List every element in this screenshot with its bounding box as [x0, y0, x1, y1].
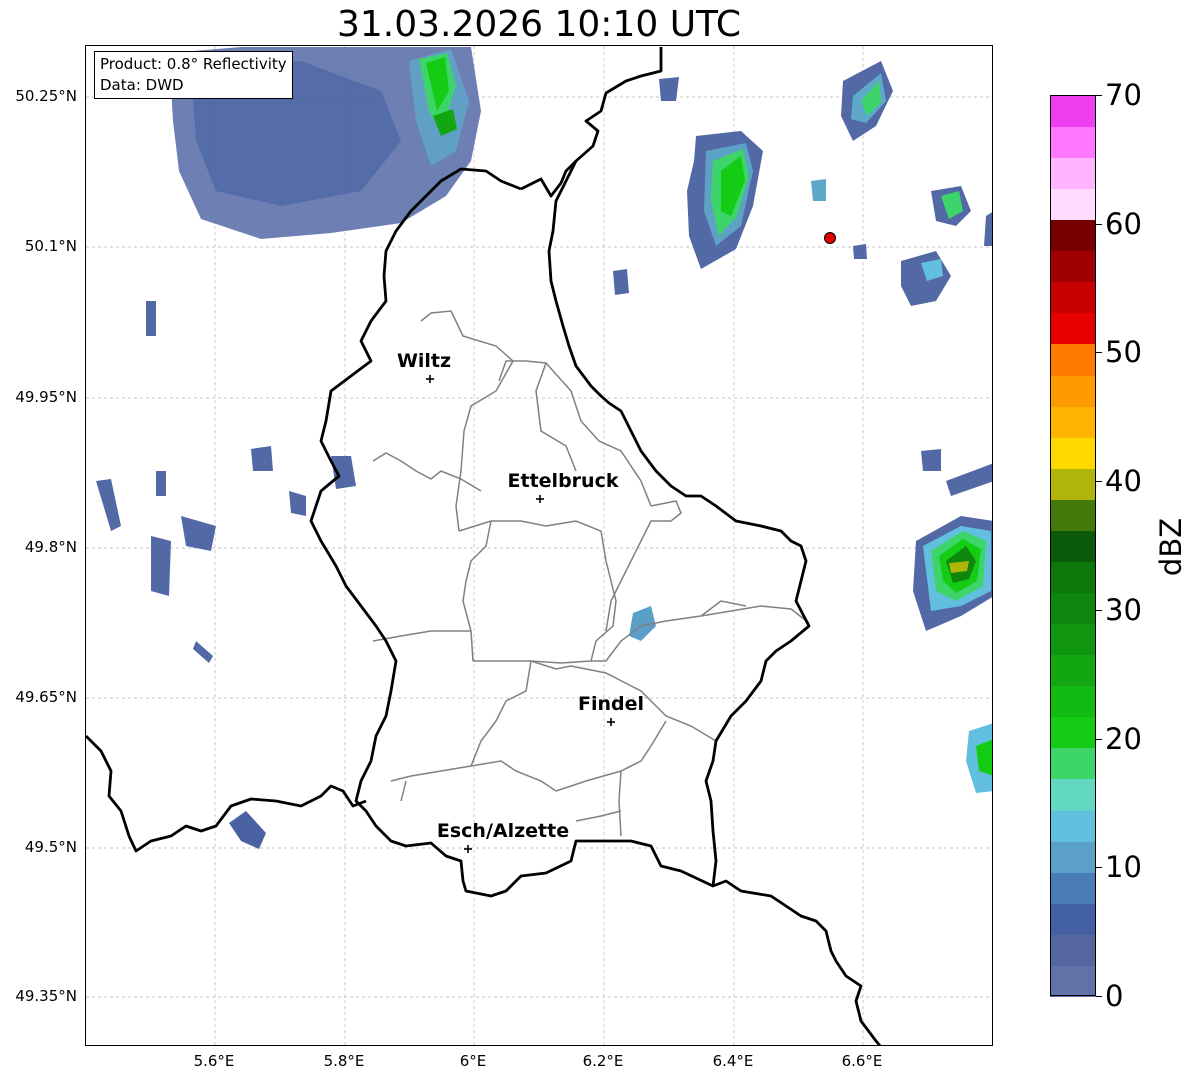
lat-label: 49.65°N [15, 688, 77, 706]
colorbar-tick [1096, 867, 1102, 868]
lat-label: 49.35°N [15, 987, 77, 1005]
lon-label: 6.6°E [841, 1052, 883, 1070]
city-label-wiltz: Wiltz [396, 350, 452, 372]
lat-label: 49.95°N [15, 388, 77, 406]
colorbar-tick-label: 0 [1105, 979, 1124, 1013]
colorbar-tick [1096, 352, 1102, 353]
colorbar-tick [1096, 739, 1102, 740]
lat-label: 49.5°N [24, 838, 77, 856]
colorbar-tick [1096, 481, 1102, 482]
lon-label: 5.6°E [193, 1052, 235, 1070]
colorbar-tick [1096, 95, 1102, 96]
lat-label: 50.25°N [15, 87, 77, 105]
colorbar-tick-label: 20 [1105, 722, 1142, 756]
colorbar-frame [1050, 95, 1096, 996]
city-label-findel: Findel [577, 693, 645, 715]
colorbar-unit-label: dBZ [1154, 517, 1184, 577]
colorbar-tick-label: 70 [1105, 78, 1142, 112]
colorbar-tick-label: 10 [1105, 850, 1142, 884]
colorbar-tick-label: 30 [1105, 593, 1142, 627]
city-label-ettelbruck: Ettelbruck [507, 470, 619, 492]
info-box: Product: 0.8° Reflectivity Data: DWD [94, 51, 293, 99]
lon-label: 5.8°E [323, 1052, 365, 1070]
colorbar-tick [1096, 610, 1102, 611]
data-source-label: Data: DWD [100, 76, 184, 94]
colorbar-tick-label: 60 [1105, 207, 1142, 241]
colorbar-tick [1096, 996, 1102, 997]
lon-label: 6.2°E [582, 1052, 624, 1070]
lat-label: 49.8°N [24, 538, 77, 556]
colorbar-tick-label: 50 [1105, 335, 1142, 369]
product-label: Product: 0.8° Reflectivity [100, 55, 287, 73]
radar-echoes [96, 47, 992, 849]
lon-label: 6°E [459, 1052, 487, 1070]
canton-borders [372, 310, 810, 837]
lon-label: 6.4°E [712, 1052, 754, 1070]
radar-map[interactable] [85, 45, 993, 1046]
colorbar-tick [1096, 224, 1102, 225]
city-label-esch-alzette: Esch/Alzette [436, 820, 570, 842]
map-title: 31.03.2026 10:10 UTC [336, 4, 742, 45]
map-canvas [86, 46, 992, 1045]
location-marker [824, 232, 836, 244]
colorbar-tick-label: 40 [1105, 464, 1142, 498]
lat-label: 50.1°N [24, 237, 77, 255]
